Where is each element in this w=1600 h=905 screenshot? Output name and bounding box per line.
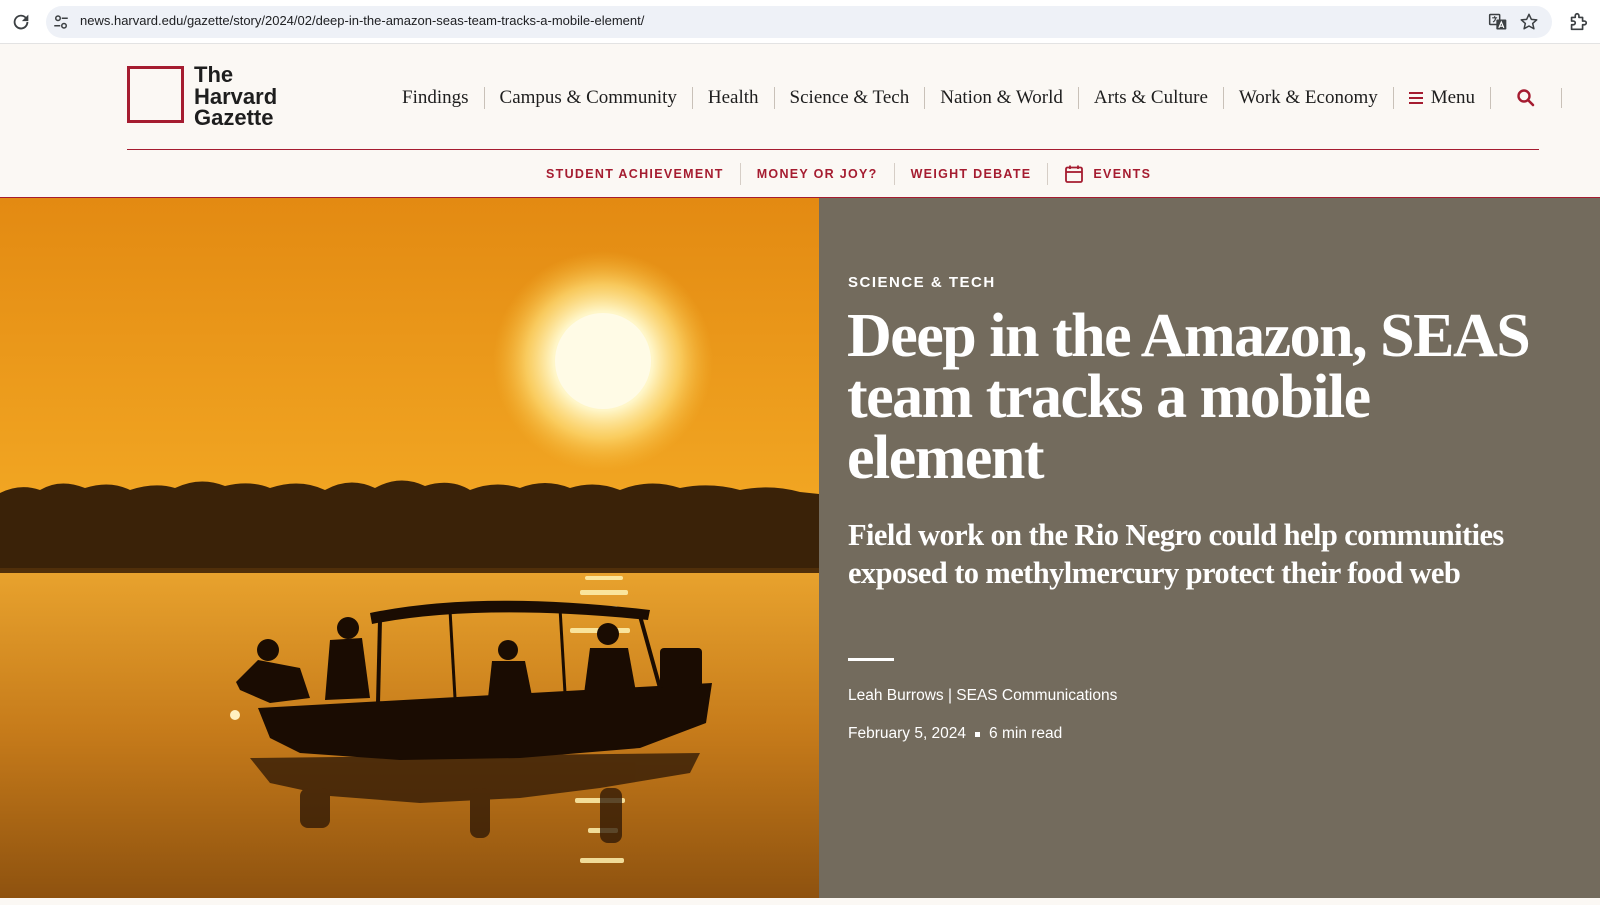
article-dek: Field work on the Rio Negro could help c… bbox=[848, 518, 1504, 590]
nav-item-findings[interactable]: Findings bbox=[388, 87, 485, 109]
subnav-item-money-or-joy[interactable]: MONEY OR JOY? bbox=[741, 163, 895, 185]
nav-item-nation-world[interactable]: Nation & World bbox=[925, 87, 1079, 109]
sub-nav: STUDENT ACHIEVEMENT MONEY OR JOY? WEIGHT… bbox=[530, 162, 1167, 186]
nav-item-work-economy[interactable]: Work & Economy bbox=[1224, 87, 1394, 109]
events-label: EVENTS bbox=[1093, 167, 1152, 181]
site-settings-icon[interactable] bbox=[52, 13, 70, 31]
nav-item-campus-community[interactable]: Campus & Community bbox=[485, 87, 693, 109]
menu-button[interactable]: Menu bbox=[1394, 87, 1492, 109]
reload-icon[interactable] bbox=[10, 11, 32, 33]
dek-divider bbox=[848, 658, 894, 661]
bookmark-star-icon[interactable] bbox=[1519, 12, 1539, 32]
calendar-icon bbox=[1065, 165, 1084, 183]
sunset-boat-photo bbox=[0, 198, 819, 898]
hero-text-panel: SCIENCE & TECH Deep in the Amazon, SEAS … bbox=[819, 198, 1600, 898]
menu-label: Menu bbox=[1430, 87, 1476, 108]
extensions-icon[interactable] bbox=[1567, 11, 1589, 33]
logo-text: The Harvard Gazette bbox=[194, 62, 278, 130]
article-date: February 5, 2024 bbox=[848, 725, 967, 742]
article-category[interactable]: SCIENCE & TECH bbox=[848, 274, 996, 291]
search-button[interactable] bbox=[1491, 88, 1563, 108]
article-headline: Deep in the Amazon, SEAS team tracks a m… bbox=[847, 302, 1531, 492]
separator-dot bbox=[975, 731, 981, 737]
subnav-item-student-achievement[interactable]: STUDENT ACHIEVEMENT bbox=[530, 163, 741, 185]
harvard-gazette-logo[interactable]: The Harvard Gazette bbox=[127, 64, 287, 130]
hamburger-icon bbox=[1408, 92, 1423, 104]
article-read-time: 6 min read bbox=[989, 725, 1063, 742]
article-byline: Leah Burrows | SEAS Communications bbox=[848, 687, 1118, 704]
url-text[interactable]: news.harvard.edu/gazette/story/2024/02/d… bbox=[80, 13, 644, 28]
nav-item-health[interactable]: Health bbox=[693, 87, 775, 109]
translate-icon[interactable] bbox=[1488, 12, 1508, 32]
main-nav: Findings Campus & Community Health Scien… bbox=[388, 84, 1563, 112]
subnav-item-events[interactable]: EVENTS bbox=[1048, 163, 1167, 185]
header-divider bbox=[127, 149, 1539, 150]
nav-item-arts-culture[interactable]: Arts & Culture bbox=[1079, 87, 1224, 109]
browser-toolbar: news.harvard.edu/gazette/story/2024/02/d… bbox=[0, 0, 1600, 44]
hero-image bbox=[0, 198, 819, 898]
logo-box-icon bbox=[127, 66, 184, 123]
search-icon bbox=[1517, 89, 1535, 107]
article-meta: February 5, 2024 6 min read bbox=[848, 725, 1062, 743]
subnav-item-weight-debate[interactable]: WEIGHT DEBATE bbox=[895, 163, 1049, 185]
nav-item-science-tech[interactable]: Science & Tech bbox=[775, 87, 926, 109]
